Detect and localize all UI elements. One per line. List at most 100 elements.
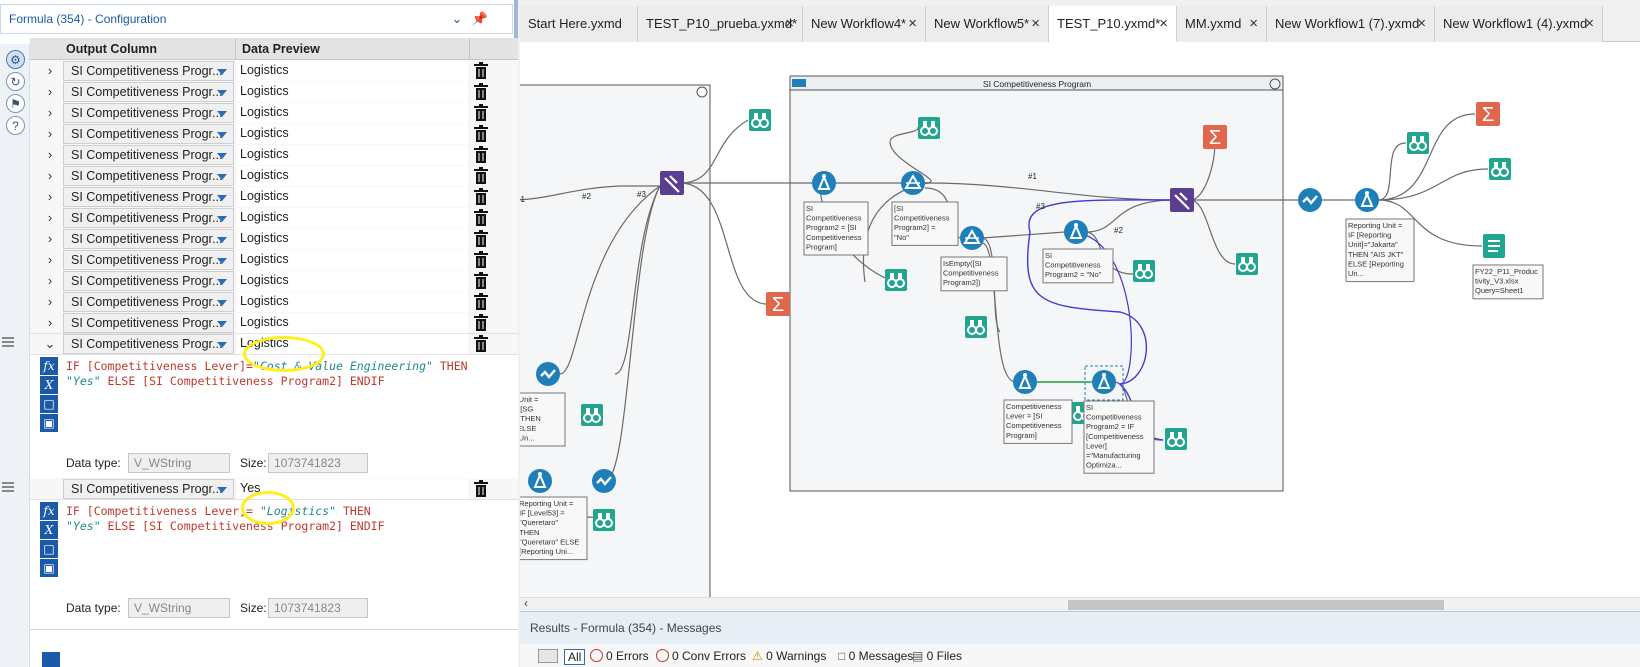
chevron-right-icon[interactable]: › [42,231,58,247]
folder-open-icon[interactable]: □ [40,540,58,558]
function-icon[interactable]: fx [40,357,58,375]
output-column-dropdown[interactable]: SI Competitiveness Progr... [63,82,234,102]
browse-tool-icon[interactable] [1235,252,1259,276]
filter-tool-icon[interactable] [900,170,926,196]
summarize-tool-icon[interactable] [1476,102,1500,126]
formula-row[interactable]: › SI Competitiveness Progr... Logistics [30,270,518,292]
output-column-dropdown[interactable]: SI Competitiveness Progr... [63,250,234,270]
warnings-filter[interactable]: ⚠ 0 Warnings [752,649,826,663]
gear-icon[interactable]: ⚙ [6,50,25,69]
formula-row[interactable]: › SI Competitiveness Progr... Logistics [30,60,518,82]
help-icon[interactable]: ? [6,116,25,135]
close-tab-icon[interactable]: × [1249,6,1258,42]
output-column-dropdown[interactable]: SI Competitiveness Progr... [63,208,234,228]
function-icon[interactable]: fx [40,502,58,520]
chevron-right-icon[interactable]: › [42,273,58,289]
add-expression-button[interactable] [42,652,60,667]
browse-tool-icon[interactable] [580,403,604,427]
workflow-diagram[interactable]: Σ SI Competitiveness Program [520,42,1640,597]
trash-icon[interactable] [473,272,489,290]
trash-icon[interactable] [473,335,489,353]
browse-tool-icon[interactable] [1406,131,1430,155]
formula-tool-icon[interactable] [1012,369,1038,395]
close-tab-icon[interactable]: × [1417,6,1426,42]
output-column-dropdown[interactable]: SI Competitiveness Progr... [63,292,234,312]
expanded-row-1[interactable]: ⌄ SI Competitiveness Progr... Logistics [2,333,518,355]
formula-row[interactable]: › SI Competitiveness Progr... Logistics [30,312,518,334]
formula-tool-icon[interactable] [811,170,837,196]
collapse-icon[interactable]: ⌄ [42,336,58,352]
summarize-tool-icon[interactable] [1203,125,1227,149]
trash-icon[interactable] [473,167,489,185]
chevron-right-icon[interactable]: › [42,63,58,79]
select-tool-icon[interactable] [534,360,562,388]
browse-tool-icon[interactable] [1132,259,1156,283]
trash-icon[interactable] [473,230,489,248]
browse-tool-icon[interactable] [1488,157,1512,181]
messages-filter[interactable]: □ 0 Messages [838,649,913,663]
tab-2[interactable]: TEST_P10_prueba.yxmd* × [638,6,803,42]
tab-1[interactable]: Start Here.yxmd [520,6,638,42]
tab-5[interactable]: TEST_P10.yxmd* × [1049,6,1177,42]
output-column-dropdown[interactable]: SI Competitiveness Progr... [63,145,234,165]
horizontal-scrollbar[interactable]: ‹ [520,596,1640,611]
output-tool-icon[interactable] [1482,233,1506,259]
output-column-dropdown[interactable]: SI Competitiveness Progr... [63,334,234,354]
chevron-right-icon[interactable]: › [42,84,58,100]
chevron-right-icon[interactable]: › [42,315,58,331]
scrollbar-thumb[interactable] [1068,600,1444,610]
expression-text-2[interactable]: IF [Competitiveness Lever]= "Logistics" … [66,504,506,534]
formula-row[interactable]: › SI Competitiveness Progr... Logistics [30,207,518,229]
formula-tool-icon[interactable] [1354,187,1380,213]
formula-row[interactable]: › SI Competitiveness Progr... Logistics [30,291,518,313]
chevron-right-icon[interactable]: › [42,189,58,205]
trash-icon[interactable] [473,104,489,122]
tab-6[interactable]: MM.yxmd × [1177,6,1267,42]
browse-tool-icon[interactable] [917,116,941,140]
trash-icon[interactable] [473,125,489,143]
output-column-dropdown[interactable]: SI Competitiveness Progr... [63,271,234,291]
tab-8[interactable]: New Workflow1 (4).yxmd × [1435,6,1603,42]
expression-text-1[interactable]: IF [Competitiveness Lever]="Cost & Value… [66,359,506,389]
datatype-select[interactable]: V_WString [128,453,230,473]
formula-row[interactable]: › SI Competitiveness Progr... Logistics [30,165,518,187]
trash-icon[interactable] [473,209,489,227]
trash-icon[interactable] [473,188,489,206]
conv-errors-filter[interactable]: 0 Conv Errors [656,649,746,663]
size-input[interactable]: 1073741823 [268,598,368,618]
output-column-dropdown[interactable]: SI Competitiveness Progr... [63,124,234,144]
trash-icon[interactable] [473,62,489,80]
trash-icon[interactable] [473,83,489,101]
formula-row[interactable]: › SI Competitiveness Progr... Logistics [30,81,518,103]
summarize-tool-icon[interactable] [766,292,790,316]
browse-tool-icon[interactable] [964,315,988,339]
output-column-dropdown[interactable]: SI Competitiveness Progr... [63,229,234,249]
join-tool-icon[interactable] [658,169,686,197]
expanded-row-2[interactable]: SI Competitiveness Progr... Yes [2,478,518,500]
folder-open-icon[interactable]: □ [40,395,58,413]
save-icon[interactable]: ▣ [40,559,58,577]
formula-row[interactable]: › SI Competitiveness Progr... Logistics [30,144,518,166]
variable-icon[interactable]: X [40,376,58,394]
chevron-right-icon[interactable]: › [42,126,58,142]
save-icon[interactable]: ▣ [40,414,58,432]
drag-handle-icon[interactable] [2,482,14,494]
output-column-dropdown[interactable]: SI Competitiveness Progr... [63,61,234,81]
datatype-select[interactable]: V_WString [128,598,230,618]
chevron-right-icon[interactable]: › [42,294,58,310]
output-column-dropdown[interactable]: SI Competitiveness Progr... [63,103,234,123]
formula-row[interactable]: › SI Competitiveness Progr... Logistics [30,123,518,145]
trash-icon[interactable] [473,314,489,332]
tag-icon[interactable]: ⚑ [6,94,25,113]
output-column-dropdown[interactable]: SI Competitiveness Progr... [63,313,234,333]
tab-4[interactable]: New Workflow5* × [926,6,1049,42]
formula-row[interactable]: › SI Competitiveness Progr... Logistics [30,249,518,271]
chevron-right-icon[interactable]: › [42,147,58,163]
connection-icon[interactable]: ↻ [6,72,25,91]
output-column-dropdown[interactable]: SI Competitiveness Progr... [63,479,234,499]
select-tool-icon[interactable] [590,467,618,495]
trash-icon[interactable] [473,480,489,498]
pin-icon[interactable]: 📌 [471,11,489,29]
errors-filter[interactable]: 0 Errors [590,649,649,663]
browse-tool-icon[interactable] [592,508,616,532]
